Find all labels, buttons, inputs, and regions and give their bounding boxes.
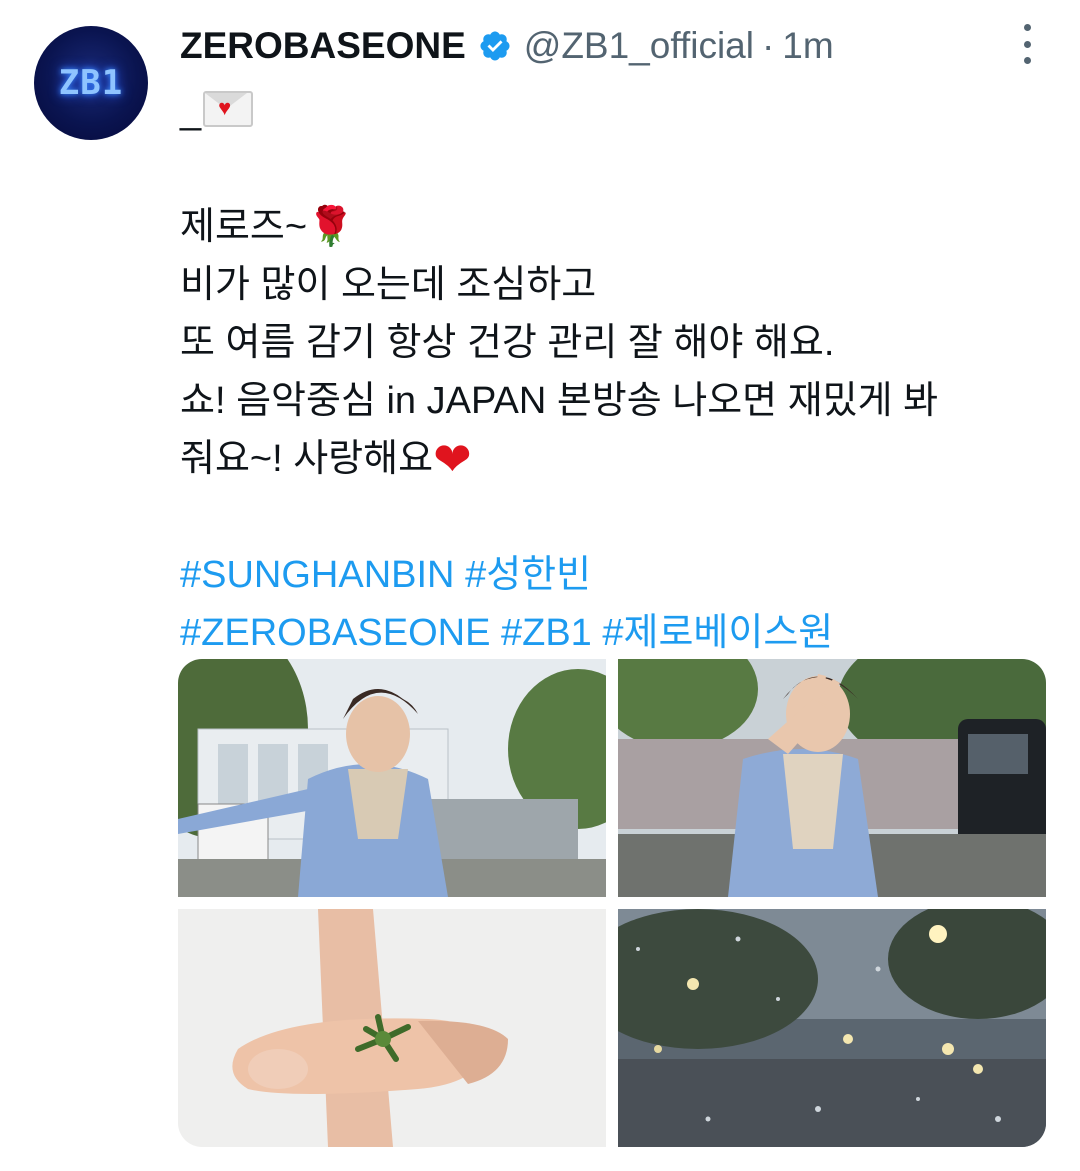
hashtag-korean-group[interactable]: #제로베이스원 <box>602 612 833 654</box>
verified-badge-icon[interactable] <box>478 29 512 63</box>
tweet-line-7: 줘요~! 사랑해요❤ <box>180 430 1050 488</box>
photo-peace-sign-image <box>618 659 1046 897</box>
more-options-icon[interactable] <box>1020 24 1034 64</box>
tweet-line-1: _ ♥ <box>180 82 1050 140</box>
red-heart-icon: ❤ <box>433 433 472 485</box>
underscore-text: _ <box>180 90 202 132</box>
tweet-line-3: 제로즈~🌹 <box>180 198 1050 256</box>
tweet-line-5: 또 여름 감기 항상 건강 관리 잘 해야 해요. <box>180 322 835 364</box>
tweet-closing: 줘요~! 사랑해요 <box>180 438 434 480</box>
photo-rainy-window-image <box>618 909 1046 1147</box>
tweet-line-blank-2 <box>180 488 1050 546</box>
timestamp[interactable]: 1m <box>782 25 833 67</box>
photo-finger-plant-image <box>178 909 606 1147</box>
hashtag-korean-name[interactable]: #성한빈 <box>465 554 591 596</box>
separator-dot: · <box>761 25 775 66</box>
avatar[interactable]: ZB1 <box>34 26 148 140</box>
media-photo-3[interactable] <box>178 909 606 1147</box>
tweet-text: _ ♥ 제로즈~🌹 비가 많이 오는데 조심하고 또 여름 감기 항상 건강 관리… <box>180 82 1050 662</box>
tweet-line-6: 쇼! 음악중심 in JAPAN 본방송 나오면 재밌게 봐 <box>180 380 939 422</box>
media-grid <box>178 659 1046 1147</box>
media-photo-2[interactable] <box>618 659 1046 897</box>
handle[interactable]: @ZB1_official <box>524 25 754 67</box>
love-letter-icon: ♥ <box>203 91 254 127</box>
tweet-greeting: 제로즈~ <box>180 206 308 248</box>
display-name[interactable]: ZEROBASEONE <box>180 25 466 67</box>
avatar-logo: ZB1 <box>58 63 124 103</box>
hashtag-zerobaseone[interactable]: #ZEROBASEONE <box>180 612 490 654</box>
media-photo-1[interactable] <box>178 659 606 897</box>
photo-outdoor-pose-image <box>178 659 606 897</box>
hashtag-zb1[interactable]: #ZB1 <box>501 612 592 654</box>
hashtag-line-2: #ZEROBASEONE #ZB1 #제로베이스원 <box>180 604 1050 662</box>
tweet-header: ZEROBASEONE @ZB1_official · 1m <box>180 20 1050 72</box>
hashtag-sunghanbin[interactable]: #SUNGHANBIN <box>180 554 455 596</box>
media-photo-4[interactable] <box>618 909 1046 1147</box>
hashtag-line-1: #SUNGHANBIN #성한빈 <box>180 546 1050 604</box>
tweet-line-4: 비가 많이 오는데 조심하고 <box>180 264 597 306</box>
rose-icon: 🌹 <box>307 206 355 248</box>
